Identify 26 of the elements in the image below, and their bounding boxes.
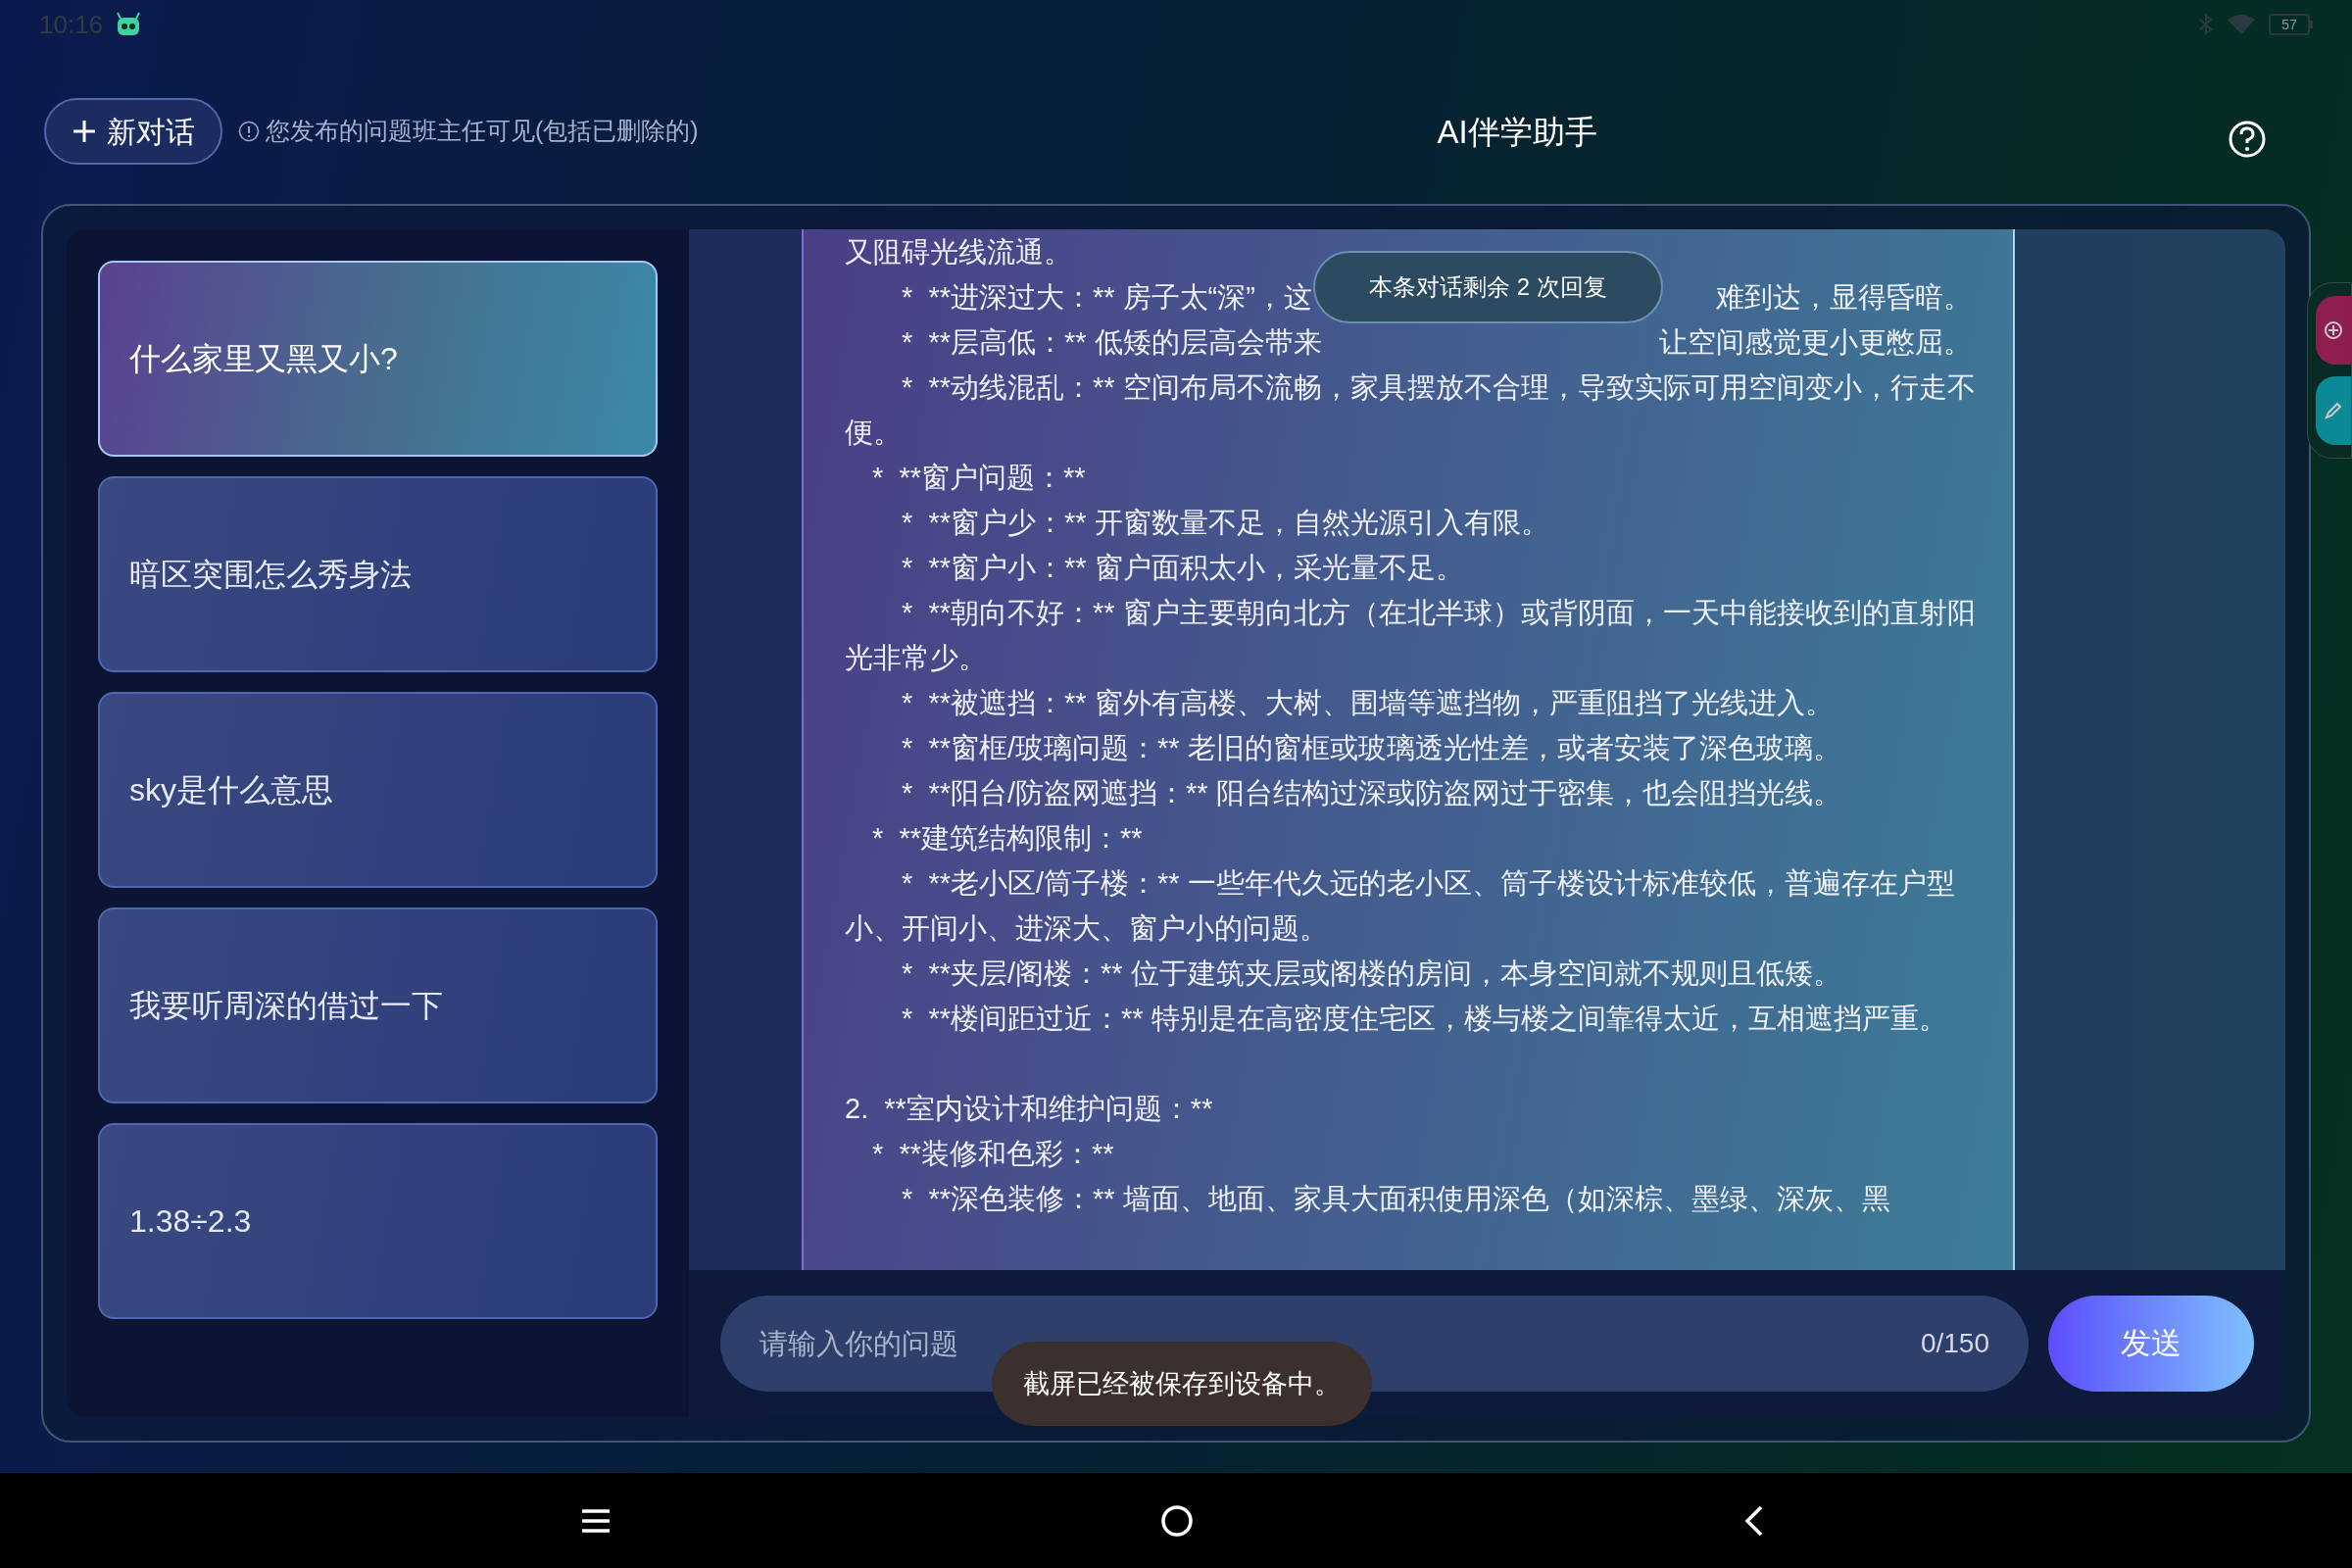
message-text: * **阳台/防盗网遮挡：** 阳台结构过深或防盗网过于密集，也会阻挡光线。 [901, 776, 1842, 810]
message-text: * **层高低：** 低矮的层高会带来 [902, 325, 1322, 360]
battery-icon: 57 [2269, 14, 2313, 35]
message-text: * **装修和色彩：** [871, 1137, 1115, 1171]
character-counter: 0/150 [1910, 1296, 2029, 1392]
message-text: * **夹层/阁楼：** 位于建筑夹层或阁楼的房间，本身空间就不规则且低矮。 [901, 956, 1842, 991]
message-text: * **窗框/玻璃问题：** 老旧的窗框或玻璃透光性差，或者安装了深色玻璃。 [901, 731, 1842, 765]
message-text: * **建筑结构限制：** [871, 821, 1144, 856]
message-text: * **楼间距过近：** 特别是在高密度住宅区，楼与楼之间靠得太近，互相遮挡严重。 [901, 1002, 1948, 1036]
message-text: * **朝向不好：** 窗户主要朝向北方（在北半球）或背阴面，一天中能接收到的直射阳光非常少。 [845, 596, 1977, 675]
page-title: AI伴学助手 [1436, 113, 1598, 152]
message-text: * **窗户少：** 开窗数量不足，自然光源引入有限。 [901, 506, 1550, 540]
visibility-notice: 您发布的问题班主任可见(包括已删除的) [266, 116, 699, 147]
message-text: * **动线混乱：** 空间布局不流畅，家具摆放不合理，导致实际可用空间变小，行走不便。 [845, 370, 1977, 450]
message-text: * **老小区/筒子楼：** 一些年代久远的老小区、筒子楼设计标准较低，普遍存在户型小、开间小、进深大、窗户小的问题。 [845, 866, 1956, 946]
message-text: 又阻碍光线流通。 [845, 235, 1073, 270]
message-text: 2. **室内设计和维护问题：** [845, 1092, 1214, 1126]
message-text: 让空间感觉更小更憋屈。 [1659, 325, 1972, 360]
message-text: * **深色装修：** 墙面、地面、家具大面积使用深色（如深棕、墨绿、深灰、黑 [901, 1182, 1891, 1216]
screenshot-saved-toast: 截屏已经被保存到设备中。 [992, 1342, 1372, 1426]
message-text: * **进深过大：** 房子太“深”，这 [902, 280, 1312, 315]
message-text: 难到达，显得昏暗。 [1716, 280, 1972, 315]
message-text: * **窗户小：** 窗户面积太小，采光量不足。 [901, 551, 1465, 585]
reply-count-notice: 本条对话剩余 2 次回复 [1313, 251, 1663, 323]
message-text: * **被遮挡：** 窗外有高楼、大树、围墙等遮挡物，严重阻挡了光线进入。 [901, 686, 1835, 720]
message-text: * **窗户问题：** [871, 461, 1087, 495]
